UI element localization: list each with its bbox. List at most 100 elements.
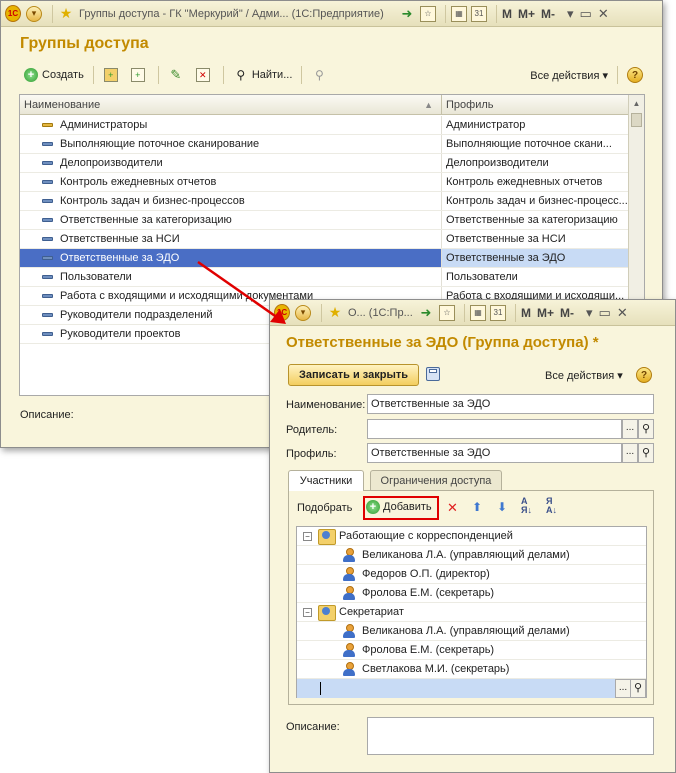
tree-user-row[interactable]: Фролова Е.М. (секретарь) xyxy=(297,641,646,660)
column-header-name[interactable]: Наименование ▲ xyxy=(20,95,442,114)
search-icon: ⚲ xyxy=(236,68,246,82)
create-group-button[interactable]: + xyxy=(99,65,126,85)
memory-m-button[interactable]: M xyxy=(521,306,531,320)
parent-open-search-icon[interactable]: ⚲ xyxy=(638,419,654,439)
scroll-thumb[interactable] xyxy=(631,113,642,127)
row-search-icon[interactable]: ⚲ xyxy=(630,679,646,698)
pencil-icon: ✎ xyxy=(170,67,182,82)
calculator-icon[interactable]: ▦ xyxy=(470,304,486,321)
save-and-close-button[interactable]: Записать и закрыть xyxy=(288,364,419,386)
access-group-icon xyxy=(42,332,53,336)
create-button[interactable]: + Создать xyxy=(19,65,88,85)
tree-group-row[interactable]: − Секретариат xyxy=(297,603,646,622)
name-field[interactable]: Ответственные за ЭДО xyxy=(367,394,654,414)
move-up-icon[interactable]: ⬆ xyxy=(472,500,482,514)
copy-button[interactable]: + xyxy=(126,65,153,85)
cancel-search-button[interactable]: ⚲ xyxy=(307,65,334,85)
help-button[interactable]: ? xyxy=(623,65,647,85)
pick-button[interactable]: Подобрать xyxy=(297,502,352,514)
minimize-icon[interactable]: ▾ xyxy=(567,6,574,22)
table-row[interactable]: Ответственные за категоризацию Ответствен… xyxy=(20,211,628,230)
delete-button[interactable]: ✕ xyxy=(191,65,218,85)
cell-profile: Пользователи xyxy=(446,271,518,283)
form-heading: Ответственные за ЭДО (Группа доступа) * xyxy=(286,334,599,351)
move-down-icon[interactable]: ⬇ xyxy=(497,500,507,514)
calendar-icon[interactable]: 31 xyxy=(490,304,506,321)
collapse-icon[interactable]: − xyxy=(303,607,312,617)
table-row[interactable]: Администраторы Администратор xyxy=(20,116,628,135)
sort-ascending-icon[interactable]: A Я↓ xyxy=(521,497,532,515)
cell-name: Ответственные за ЭДО xyxy=(20,249,442,267)
table-row[interactable]: Ответственные за НСИ Ответственные за НСИ xyxy=(20,230,628,249)
members-tree[interactable]: − Работающие с корреспонденцией Великанова… xyxy=(296,526,647,698)
description-label: Описание: xyxy=(286,721,340,733)
close-icon[interactable]: ✕ xyxy=(617,305,628,321)
memory-mminus-button[interactable]: M- xyxy=(560,306,574,320)
find-button[interactable]: ⚲ Найти... xyxy=(229,65,297,85)
favorite-star-icon[interactable]: ★ xyxy=(58,5,74,22)
tree-user-row[interactable]: Фролова Е.М. (секретарь) xyxy=(297,584,646,603)
memory-mplus-button[interactable]: M+ xyxy=(518,7,535,21)
text-cursor xyxy=(320,682,321,695)
calculator-icon[interactable]: ▦ xyxy=(451,5,467,22)
column-header-profile[interactable]: Профиль xyxy=(442,95,628,114)
restore-icon[interactable]: ▭ xyxy=(580,6,592,22)
all-actions-menu[interactable]: Все действия ▾ xyxy=(545,369,623,382)
table-row[interactable]: Выполняющие поточное сканирование Выполня… xyxy=(20,135,628,154)
access-group-icon xyxy=(42,313,53,317)
group-name: Контроль задач и бизнес-процессов xyxy=(60,195,245,207)
tree-item-label: Секретариат xyxy=(339,606,404,618)
main-menu-icon[interactable]: ▾ xyxy=(295,304,311,321)
access-group-icon xyxy=(42,123,53,127)
favorite-star-icon[interactable]: ★ xyxy=(327,304,343,321)
restore-icon[interactable]: ▭ xyxy=(599,305,611,321)
memory-mminus-button[interactable]: M- xyxy=(541,7,555,21)
favorites-icon[interactable]: ☆ xyxy=(439,304,455,321)
close-icon[interactable]: ✕ xyxy=(598,6,609,22)
profile-open-search-icon[interactable]: ⚲ xyxy=(638,443,654,463)
tree-user-row[interactable]: Великанова Л.А. (управляющий делами) xyxy=(297,622,646,641)
tree-group-row[interactable]: − Работающие с корреспонденцией xyxy=(297,527,646,546)
profile-choose-button[interactable]: ... xyxy=(622,443,638,463)
sort-descending-icon[interactable]: Я A↓ xyxy=(546,497,557,515)
delete-icon[interactable]: ✕ xyxy=(447,500,458,516)
memory-m-button[interactable]: M xyxy=(502,7,512,21)
go-arrow-icon[interactable]: ➜ xyxy=(418,305,434,321)
cell-profile: Администратор xyxy=(446,119,526,131)
new-row-editor[interactable]: ... ⚲ xyxy=(297,679,646,698)
all-actions-menu[interactable]: Все действия ▾ xyxy=(526,65,612,85)
1c-logo-icon[interactable]: 1C xyxy=(5,5,21,22)
calendar-icon[interactable]: 31 xyxy=(471,5,487,22)
save-icon[interactable] xyxy=(426,367,440,381)
parent-field[interactable] xyxy=(367,419,622,439)
table-row[interactable]: Контроль ежедневных отчетов Контроль ежед… xyxy=(20,173,628,192)
tree-user-row[interactable]: Светлакова М.И. (секретарь) xyxy=(297,660,646,679)
table-row[interactable]: Ответственные за ЭДО Ответственные за ЭДО xyxy=(20,249,628,268)
favorites-icon[interactable]: ☆ xyxy=(420,5,436,22)
profile-field[interactable]: Ответственные за ЭДО xyxy=(367,443,622,463)
go-arrow-icon[interactable]: ➜ xyxy=(399,6,415,22)
description-label: Описание: xyxy=(20,409,74,421)
scroll-up-icon[interactable]: ▲ xyxy=(629,95,644,111)
collapse-icon[interactable]: − xyxy=(303,531,312,541)
tree-user-row[interactable]: Федоров О.П. (директор) xyxy=(297,565,646,584)
table-row[interactable]: Делопроизводители Делопроизводители xyxy=(20,154,628,173)
members-tab-pane: Подобрать + Добавить ✕ ⬆ ⬇ A Я↓ Я A↓ − Рабо… xyxy=(288,490,654,705)
parent-choose-button[interactable]: ... xyxy=(622,419,638,439)
row-choose-button[interactable]: ... xyxy=(615,679,631,698)
minimize-icon[interactable]: ▾ xyxy=(586,305,593,321)
main-menu-icon[interactable]: ▾ xyxy=(26,5,42,22)
tree-user-row[interactable]: Великанова Л.А. (управляющий делами) xyxy=(297,546,646,565)
1c-logo-icon[interactable]: 1C xyxy=(274,304,290,321)
help-button[interactable]: ? xyxy=(636,367,652,383)
main-titlebar: 1C ▾ ★ Группы доступа - ГК "Меркурий" / … xyxy=(1,1,662,27)
cell-profile: Делопроизводители xyxy=(446,157,549,169)
tab-access-restrictions[interactable]: Ограничения доступа xyxy=(370,470,502,490)
tab-members[interactable]: Участники xyxy=(288,470,364,491)
table-row[interactable]: Пользователи Пользователи xyxy=(20,268,628,287)
description-field[interactable] xyxy=(367,717,654,755)
memory-mplus-button[interactable]: M+ xyxy=(537,306,554,320)
edit-button[interactable]: ✎ xyxy=(164,65,191,85)
table-row[interactable]: Контроль задач и бизнес-процессов Контрол… xyxy=(20,192,628,211)
tree-item-label: Великанова Л.А. (управляющий делами) xyxy=(362,549,570,561)
